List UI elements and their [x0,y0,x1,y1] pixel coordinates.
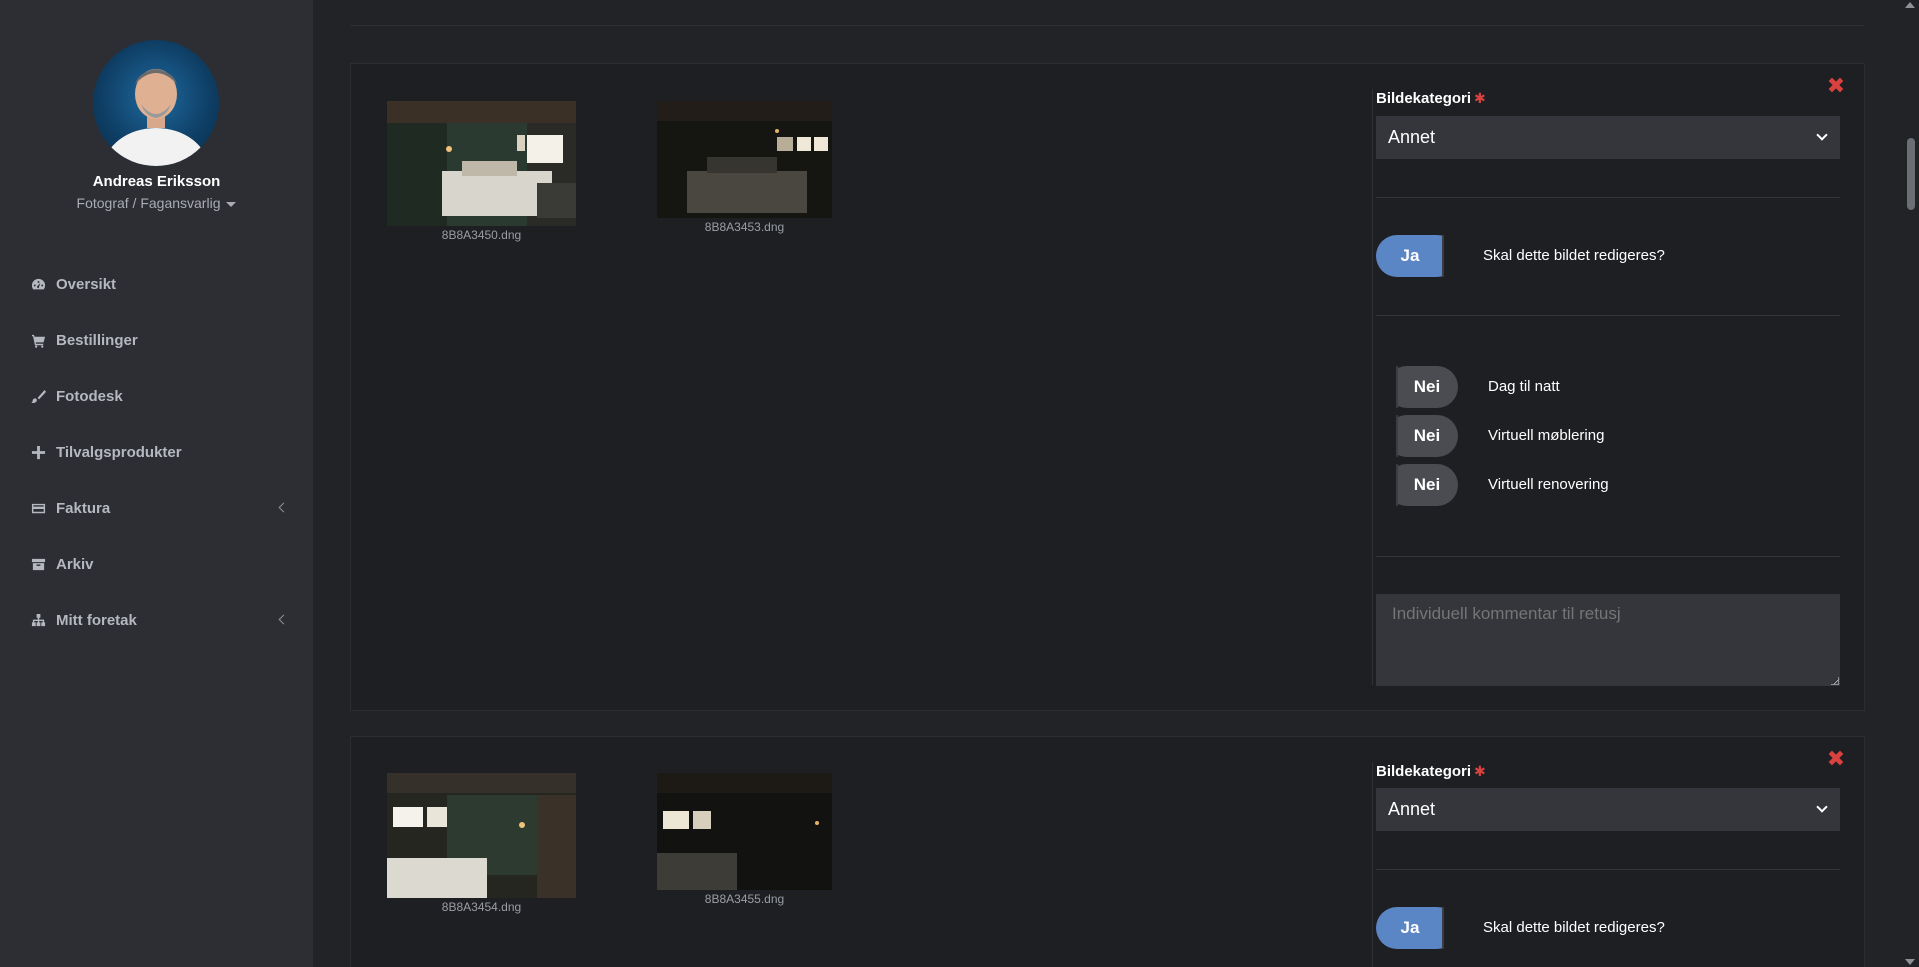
archive-icon [30,556,46,572]
divider [1376,197,1840,198]
divider [1376,869,1840,870]
avatar[interactable] [93,40,219,166]
toggle-state: Nei [1413,475,1441,494]
virtual-renovation-toggle[interactable]: Nei [1384,464,1458,506]
virtual-furnishing-label: Virtuell møblering [1488,427,1605,444]
edit-image-question: Skal dette bildet redigeres? [1483,247,1665,264]
image-filename: 8B8A3455.dng [704,892,785,906]
scrollbar[interactable] [1902,0,1919,967]
nav-label: Tilvalgsprodukter [56,443,182,461]
virtual-furnishing-toggle[interactable]: Nei [1384,415,1458,457]
dashboard-icon [30,276,46,292]
image-thumbnail [657,101,832,218]
nav-label: Fotodesk [56,387,123,405]
nav-item-oversikt[interactable]: Oversikt [0,256,313,312]
user-role-label: Fotograf / Fagansvarlig [76,195,221,211]
toggle-state: Ja [1400,246,1420,265]
chevron-down-icon [1816,129,1828,141]
retouch-comment-input[interactable] [1376,594,1840,686]
image-thumbnail [387,773,576,898]
chevron-down-icon [1816,801,1828,813]
close-icon[interactable]: ✖ [1826,75,1846,97]
nav-label: Faktura [56,499,111,517]
toggle-state: Nei [1413,377,1441,396]
image-card: 8B8A3454.dng 8B8A3455.dng ✖ Bildekategor… [350,736,1865,967]
image-thumbnail-item[interactable]: 8B8A3455.dng [657,773,832,906]
scroll-up-icon[interactable] [1905,2,1915,8]
category-label-text: Bildekategori [1376,90,1472,107]
image-thumbnail [387,101,576,226]
image-card: 8B8A3450.dng 8B8A3453.dng ✖ Bildekategor… [350,63,1865,711]
plus-icon [30,444,46,460]
resize-handle-icon[interactable] [1831,677,1839,685]
nav-label: Bestillinger [56,331,138,349]
chevron-left-icon [278,502,289,513]
category-select-value: Annet [1388,127,1436,147]
edit-image-toggle[interactable]: Ja [1376,907,1458,949]
section-divider [350,25,1864,26]
virtual-renovation-label: Virtuell renovering [1488,476,1609,493]
credit-card-icon [30,500,46,516]
day-to-night-label: Dag til natt [1488,378,1560,395]
avatar-photo [104,69,208,166]
image-filename: 8B8A3450.dng [441,228,522,242]
scroll-down-icon[interactable] [1905,959,1915,965]
image-filename: 8B8A3454.dng [441,900,522,914]
nav-item-arkiv[interactable]: Arkiv [0,536,313,592]
nav-label: Arkiv [56,555,94,573]
scrollbar-thumb[interactable] [1907,138,1915,210]
required-asterisk-icon: ✱ [1474,90,1486,106]
image-thumbnail-item[interactable]: 8B8A3450.dng [387,101,576,242]
toggle-state: Ja [1400,918,1420,937]
nav-label: Oversikt [56,275,117,293]
nav-item-tilvalgsprodukter[interactable]: Tilvalgsprodukter [0,424,313,480]
brush-icon [30,388,46,404]
image-filename: 8B8A3453.dng [704,220,785,234]
user-name: Andreas Eriksson [92,173,221,190]
nav-item-fotodesk[interactable]: Fotodesk [0,368,313,424]
divider [1376,556,1840,557]
category-label: Bildekategori ✱ [1376,90,1486,107]
required-asterisk-icon: ✱ [1474,763,1486,779]
nav-label: Mitt foretak [56,611,137,629]
category-select[interactable]: Annet [1376,788,1840,831]
category-select-value: Annet [1388,799,1436,819]
sidebar: Andreas Eriksson Fotograf / Fagansvarlig… [0,0,313,967]
edit-image-toggle[interactable]: Ja [1376,235,1458,277]
close-icon[interactable]: ✖ [1826,748,1846,770]
toggle-state: Nei [1413,426,1441,445]
user-role-dropdown[interactable]: Fotograf / Fagansvarlig [0,195,313,211]
caret-down-icon [226,201,237,207]
nav-item-faktura[interactable]: Faktura [0,480,313,536]
category-label-text: Bildekategori [1376,763,1472,780]
divider [1376,315,1840,316]
image-thumbnail [657,773,832,890]
main-nav: Oversikt Bestillinger Fotodesk Tilvalgsp… [0,256,313,648]
edit-image-question: Skal dette bildet redigeres? [1483,919,1665,936]
image-thumbnail-item[interactable]: 8B8A3453.dng [657,101,832,234]
category-select[interactable]: Annet [1376,116,1840,159]
sitemap-icon [30,612,46,628]
day-to-night-toggle[interactable]: Nei [1384,366,1458,408]
cart-icon [30,332,46,348]
image-thumbnail-item[interactable]: 8B8A3454.dng [387,773,576,914]
category-label: Bildekategori ✱ [1376,763,1486,780]
chevron-left-icon [278,614,289,625]
nav-item-bestillinger[interactable]: Bestillinger [0,312,313,368]
nav-item-mitt-foretak[interactable]: Mitt foretak [0,592,313,648]
column-divider [1372,89,1373,685]
column-divider [1372,762,1373,967]
